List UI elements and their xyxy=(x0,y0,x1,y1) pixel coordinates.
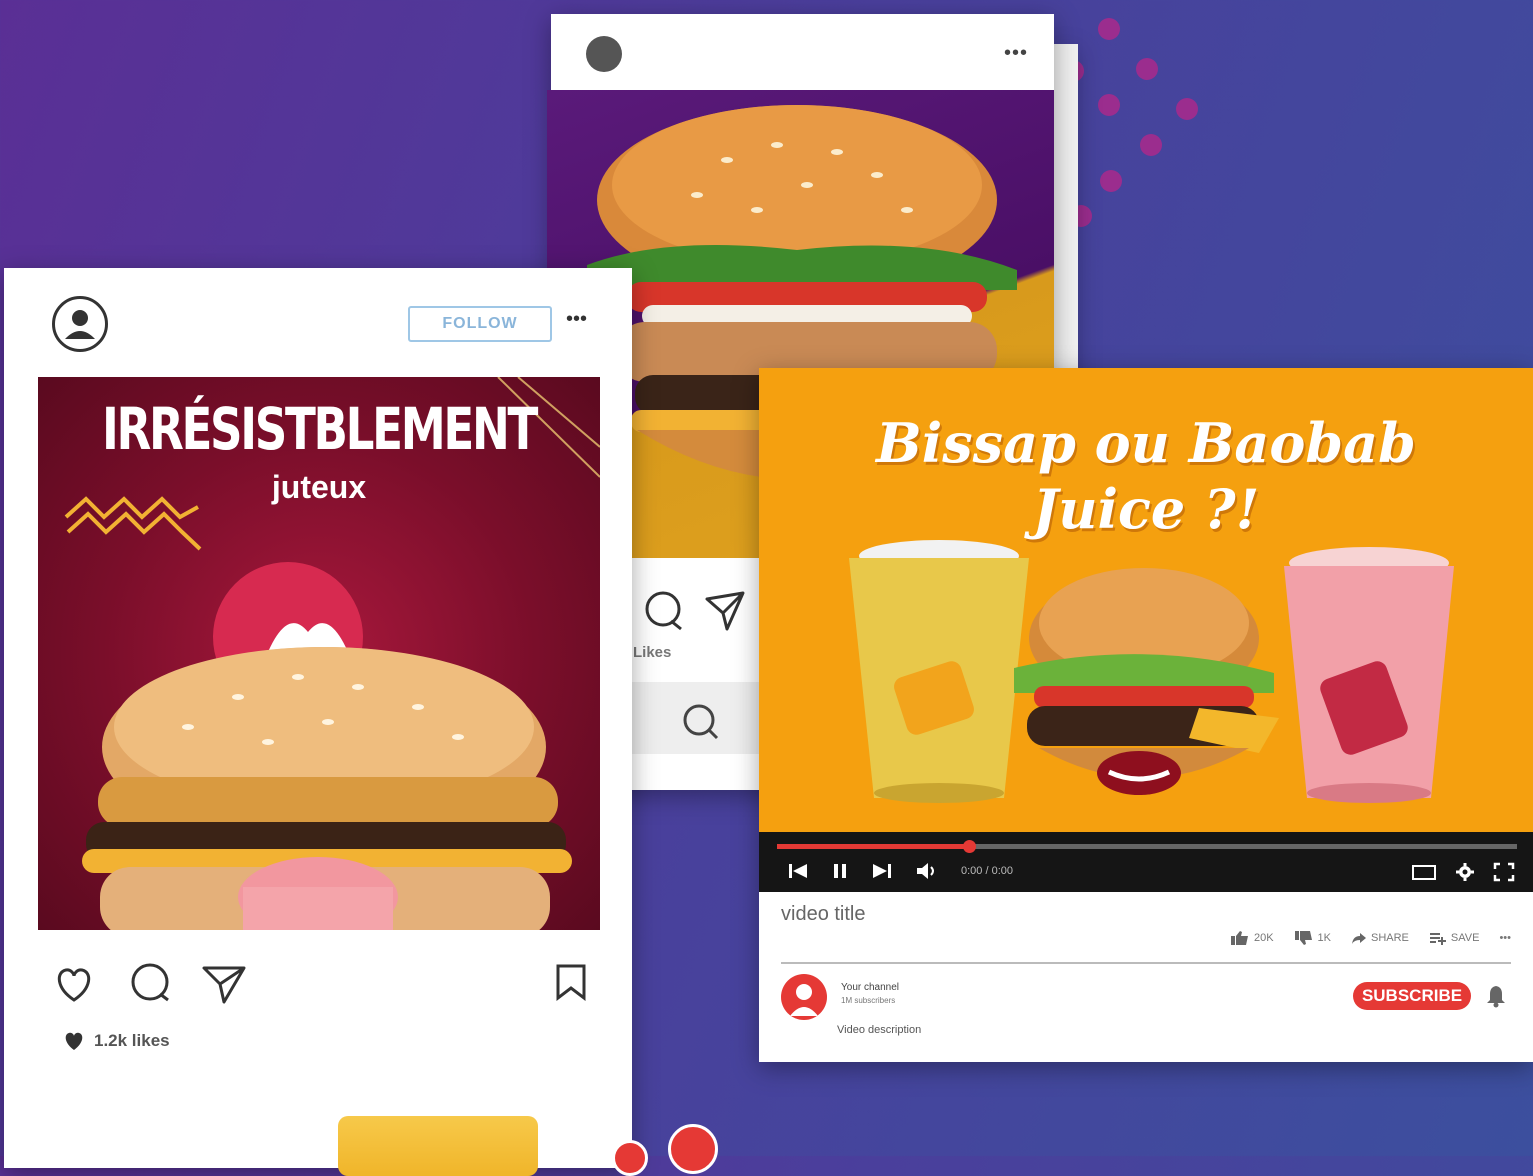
user-icon xyxy=(790,984,818,1016)
comment-icon[interactable] xyxy=(641,589,685,633)
share-icon[interactable] xyxy=(703,589,747,633)
youtube-video-card: Bissap ou Baobab Juice ?! 0:00 / 0:00 vi… xyxy=(759,368,1533,1062)
settings-gear-icon[interactable] xyxy=(1455,862,1475,882)
pause-icon[interactable] xyxy=(831,862,849,880)
volume-icon[interactable] xyxy=(915,862,939,880)
fullscreen-icon[interactable] xyxy=(1493,862,1515,882)
share-button[interactable]: SHARE xyxy=(1351,931,1409,945)
decor-red-badge xyxy=(668,1124,718,1174)
likes-count: 1.2k likes xyxy=(94,1031,170,1050)
channel-subscribers: 1M subscribers xyxy=(841,996,896,1005)
decor-yellow-card xyxy=(338,1116,538,1176)
heart-filled-icon xyxy=(65,1032,83,1050)
dislike-button[interactable]: 1K xyxy=(1294,930,1331,946)
dislike-count: 1K xyxy=(1317,932,1331,944)
likes-count: Likes xyxy=(633,644,672,661)
previous-icon[interactable] xyxy=(787,862,809,880)
progress-fill xyxy=(777,844,970,849)
progress-bar[interactable] xyxy=(777,840,1517,853)
playlist-add-icon xyxy=(1429,933,1446,945)
ad-subheadline: juteux xyxy=(271,469,367,505)
progress-knob[interactable] xyxy=(963,840,977,853)
like-count: 20K xyxy=(1253,932,1274,944)
share-label: SHARE xyxy=(1371,932,1409,944)
avatar[interactable] xyxy=(52,296,108,352)
comment-icon xyxy=(131,963,169,1002)
video-thumbnail[interactable]: Bissap ou Baobab Juice ?! xyxy=(759,368,1533,832)
subscribe-button[interactable]: SUBSCRIBE xyxy=(1353,982,1471,1010)
like-button[interactable]: 20K xyxy=(1230,930,1274,946)
user-icon xyxy=(65,310,95,339)
share-arrow-icon xyxy=(1352,933,1366,944)
search-icon[interactable] xyxy=(681,702,721,742)
post-photo-ad: IRRÉSISTBLEMENT juteux xyxy=(38,377,600,930)
save-label: SAVE xyxy=(1450,932,1480,944)
front-post-actions xyxy=(52,962,252,1011)
thumbs-down-icon xyxy=(1294,931,1312,945)
thumbnail-title: Bissap ou Baobab Juice ?! xyxy=(759,410,1533,542)
thumbnail-title-line1: Bissap ou Baobab xyxy=(876,411,1416,475)
save-button[interactable]: SAVE xyxy=(1429,931,1480,945)
more-actions-button[interactable]: ••• xyxy=(1499,932,1511,944)
share-icon xyxy=(202,966,246,1004)
thumbnail-title-line2: Juice ?! xyxy=(1032,477,1260,541)
back-post-actions xyxy=(641,589,747,633)
time-display: 0:00 / 0:00 xyxy=(961,865,1013,877)
notification-bell-icon[interactable] xyxy=(1485,984,1507,1008)
next-icon[interactable] xyxy=(871,862,893,880)
channel-name[interactable]: Your channel xyxy=(841,982,899,993)
more-options-button[interactable]: ••• xyxy=(566,308,587,331)
video-actions: 20K 1K SHARE SAVE ••• xyxy=(1230,930,1511,946)
video-description: Video description xyxy=(837,1024,922,1036)
likes-row: 1.2k likes xyxy=(62,1030,170,1052)
thumbs-up-icon xyxy=(1230,931,1248,945)
decor-red-badge-small xyxy=(612,1140,648,1176)
front-instagram-post: FOLLOW ••• IRRÉSISTBLEMENT juteux 1.2k l… xyxy=(4,268,632,1168)
follow-button[interactable]: FOLLOW xyxy=(408,306,552,342)
bookmark-icon[interactable] xyxy=(554,962,588,1002)
channel-avatar[interactable] xyxy=(781,974,827,1020)
video-title: video title xyxy=(781,903,866,925)
heart-icon xyxy=(57,968,91,1002)
ad-headline: IRRÉSISTBLEMENT xyxy=(101,395,538,463)
theater-mode-icon[interactable] xyxy=(1411,863,1437,881)
video-player-controls: 0:00 / 0:00 xyxy=(759,832,1533,892)
more-options-button[interactable]: ••• xyxy=(1004,42,1028,65)
divider xyxy=(781,962,1511,964)
avatar[interactable] xyxy=(586,36,622,72)
